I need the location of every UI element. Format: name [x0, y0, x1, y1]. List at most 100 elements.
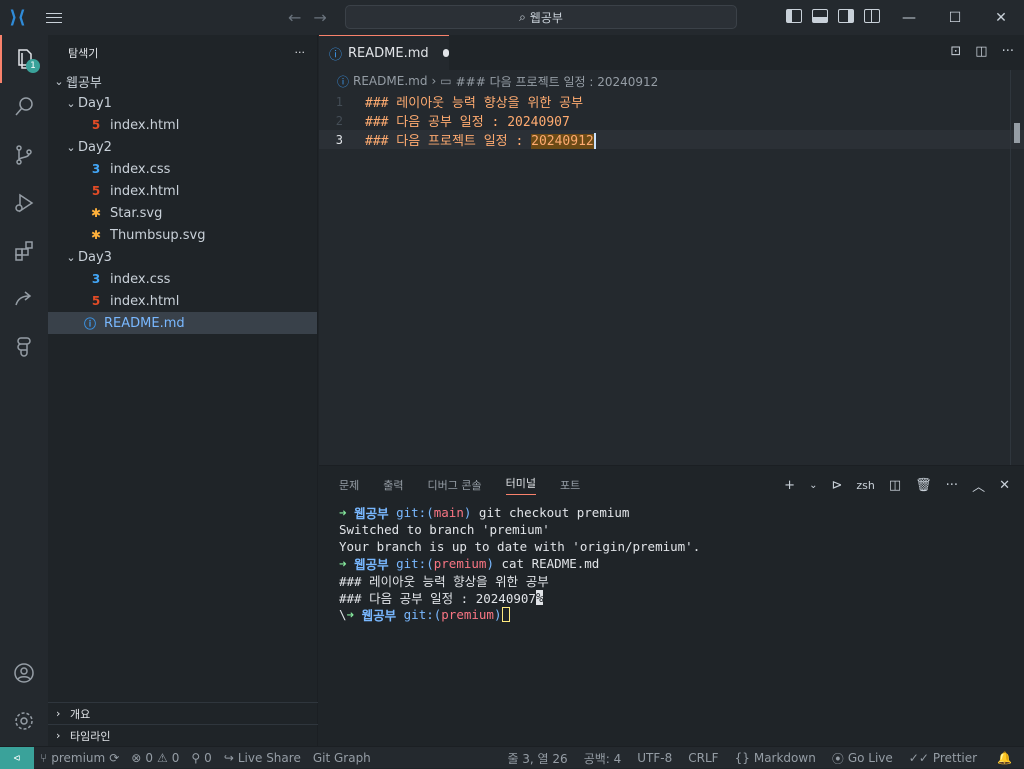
split-editor-icon[interactable]: ◫: [975, 44, 987, 59]
indentation[interactable]: 공백: 4: [576, 750, 630, 767]
ports-count: 0: [204, 750, 212, 765]
cursor-position[interactable]: 줄 3, 열 26: [499, 750, 575, 767]
line-number: 2: [335, 113, 343, 128]
live-share-button[interactable]: [0, 275, 48, 323]
tree-file[interactable]: 5 index.html: [48, 114, 317, 136]
warning-icon: ⚠: [156, 750, 168, 765]
more-actions-icon[interactable]: ···: [1002, 44, 1014, 59]
tab-readme[interactable]: ⓘ README.md: [319, 35, 449, 70]
tree-label: index.html: [110, 293, 180, 309]
unsaved-dot-icon[interactable]: [442, 49, 449, 57]
tab-debug-console[interactable]: 디버그 콘솔: [428, 477, 482, 493]
broadcast-icon: ⦿: [831, 751, 844, 766]
breadcrumb-file[interactable]: README.md: [353, 74, 427, 88]
problems-status[interactable]: ⊗ 0 ⚠ 0: [125, 751, 185, 765]
chevron-down-icon: ⌄: [66, 140, 76, 154]
manage-button[interactable]: [0, 697, 48, 745]
encoding[interactable]: UTF-8: [629, 751, 680, 765]
code-text: ### 다음 프로젝트 일정 : 20240912: [365, 130, 596, 150]
arrow-right-icon[interactable]: →: [313, 8, 326, 27]
html-icon: 5: [91, 118, 101, 132]
code-editor[interactable]: 1 ### 레이아웃 능력 향상을 위한 공부 2 ### 다음 공부 일정 :…: [319, 92, 1024, 150]
outline-section[interactable]: › 개요: [48, 702, 318, 724]
explorer-button[interactable]: 1: [0, 35, 48, 83]
toggle-primary-sidebar-icon[interactable]: [786, 9, 802, 23]
figma-button[interactable]: [0, 323, 48, 371]
more-actions-icon[interactable]: ···: [946, 478, 958, 493]
arrow-left-icon[interactable]: ←: [288, 8, 301, 27]
tree-file[interactable]: 3 index.css: [48, 158, 317, 180]
tab-terminal[interactable]: 터미널: [505, 475, 536, 495]
remote-button[interactable]: ⪦: [0, 746, 34, 769]
activity-bar: 1: [0, 35, 48, 746]
git-graph-status[interactable]: Git Graph: [307, 751, 377, 765]
explorer-badge: 1: [26, 59, 40, 73]
tree-file[interactable]: ✱ Star.svg: [48, 202, 317, 224]
tree-folder[interactable]: ⌄ Day1: [48, 92, 317, 114]
tree-label: Day1: [78, 95, 112, 111]
end-of-line[interactable]: CRLF: [680, 751, 726, 765]
tab-output[interactable]: 출력: [383, 477, 403, 493]
accounts-button[interactable]: [0, 649, 48, 697]
code-line-current: 3 ### 다음 프로젝트 일정 : 20240912: [319, 130, 1024, 150]
timeline-section[interactable]: › 타임라인: [48, 724, 318, 746]
ports-status[interactable]: ⚲ 0: [185, 751, 217, 765]
terminal-line: ### 다음 공부 일정 : 20240907%: [339, 589, 1024, 606]
trash-icon[interactable]: 🗑: [915, 478, 932, 493]
language-label: Markdown: [753, 751, 816, 765]
minimize-icon[interactable]: —: [886, 0, 932, 35]
prompt-command: git checkout premium: [478, 505, 630, 520]
tab-problems[interactable]: 문제: [339, 477, 359, 493]
close-icon[interactable]: ✕: [978, 0, 1024, 35]
shell-name[interactable]: zsh: [856, 479, 874, 492]
prompt-git-close: ): [463, 505, 472, 520]
remote-icon: ⪦: [13, 750, 21, 764]
prompt-arrow: ➜: [346, 607, 355, 622]
toggle-secondary-sidebar-icon[interactable]: [838, 9, 854, 23]
scrollbar-thumb[interactable]: [1014, 123, 1020, 143]
tree-root-label: 웹공부: [66, 75, 102, 91]
chevron-down-icon: ⌄: [54, 74, 64, 88]
tree-file[interactable]: ⓘ README.md: [48, 312, 317, 334]
command-center-search[interactable]: ⌕ 웹공부: [345, 5, 737, 29]
tab-ports[interactable]: 포트: [560, 477, 580, 493]
menu-button[interactable]: [35, 0, 73, 35]
terminal-output[interactable]: ➜ 웹공부 git:(main) git checkout premium Sw…: [319, 504, 1024, 623]
tree-root[interactable]: ⌄ 웹공부: [48, 70, 317, 92]
maximize-icon[interactable]: ☐: [932, 0, 978, 35]
source-control-button[interactable]: [0, 131, 48, 179]
bell-icon: 🔔: [997, 751, 1012, 765]
close-panel-icon[interactable]: ✕: [999, 478, 1010, 493]
tree-file[interactable]: 5 index.html: [48, 290, 317, 312]
live-share-status[interactable]: ↪ Live Share: [218, 751, 307, 765]
terminal-line: Your branch is up to date with 'origin/p…: [339, 539, 701, 554]
new-terminal-icon[interactable]: +: [784, 478, 795, 493]
prompt-git-close: ): [493, 607, 502, 622]
tree-folder[interactable]: ⌄ Day2: [48, 136, 317, 158]
customize-layout-icon[interactable]: [864, 9, 880, 23]
split-terminal-icon[interactable]: ◫: [889, 478, 901, 493]
tree-file[interactable]: 5 index.html: [48, 180, 317, 202]
language-mode[interactable]: {} Markdown: [727, 751, 824, 765]
terminal-icon[interactable]: ⊳: [831, 478, 842, 493]
notifications-button[interactable]: 🔔: [985, 751, 1024, 765]
live-share-icon: [15, 291, 32, 306]
tree-folder[interactable]: ⌄ Day3: [48, 246, 317, 268]
run-debug-button[interactable]: [0, 179, 48, 227]
maximize-panel-icon[interactable]: ︿: [972, 476, 985, 495]
search-button[interactable]: [0, 83, 48, 131]
go-live-label: Go Live: [847, 751, 893, 765]
breadcrumb-symbol[interactable]: ### 다음 프로젝트 일정 : 20240912: [456, 73, 659, 90]
prettier-status[interactable]: ✓✓ Prettier: [901, 751, 985, 765]
chevron-down-icon[interactable]: ⌄: [809, 480, 817, 491]
open-preview-icon[interactable]: ⊡: [950, 44, 961, 59]
more-actions-icon[interactable]: ···: [295, 46, 306, 59]
branch-status[interactable]: ⑂ premium ⟳: [34, 751, 125, 765]
error-count: 0: [145, 750, 153, 765]
go-live-button[interactable]: ⦿ Go Live: [824, 750, 901, 767]
extensions-button[interactable]: [0, 227, 48, 275]
toggle-panel-icon[interactable]: [812, 9, 828, 23]
tree-file[interactable]: 3 index.css: [48, 268, 317, 290]
search-text: 웹공부: [529, 10, 563, 25]
tree-file[interactable]: ✱ Thumbsup.svg: [48, 224, 317, 246]
